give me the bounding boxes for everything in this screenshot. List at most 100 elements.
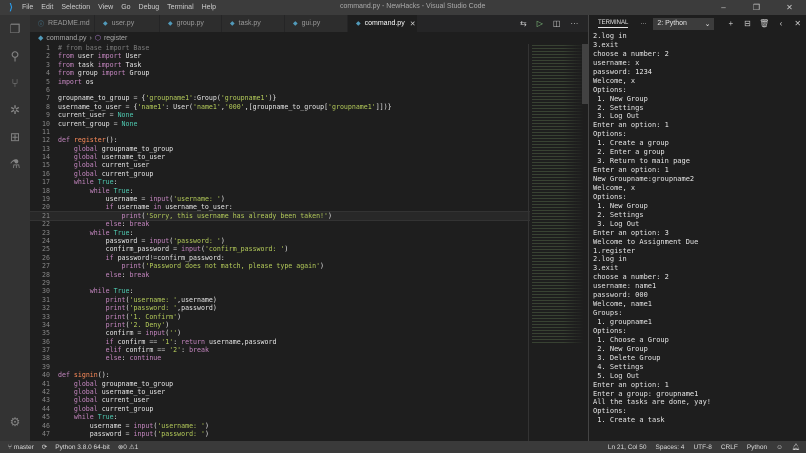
code-line[interactable]: 31 print('username: ',username) — [30, 296, 530, 304]
code-line[interactable]: 42 global username_to_user — [30, 388, 530, 396]
menu-edit[interactable]: Edit — [41, 4, 53, 11]
line-ending[interactable]: CRLF — [721, 444, 738, 451]
explorer-icon[interactable]: ❐ — [0, 15, 30, 42]
menu-file[interactable]: File — [22, 4, 33, 11]
menu-go[interactable]: Go — [121, 4, 130, 11]
code-line[interactable]: 46 username = input('username: ') — [30, 422, 530, 430]
run-icon[interactable]: ▷ — [537, 19, 543, 28]
split-terminal-icon[interactable]: ⊟ — [739, 19, 756, 28]
tab-terminal[interactable]: TERMINAL — [598, 20, 628, 28]
indentation[interactable]: Spaces: 4 — [656, 444, 685, 451]
git-branch[interactable]: master — [14, 444, 34, 451]
code-line[interactable]: 39 — [30, 363, 530, 371]
code-line[interactable]: 14 global username_to_user — [30, 153, 530, 161]
code-line[interactable]: 8username_to_user = {'name1': User('name… — [30, 103, 530, 111]
code-line[interactable]: 30 while True: — [30, 287, 530, 295]
split-editor-icon[interactable]: ◫ — [553, 19, 561, 28]
code-line[interactable]: 5import os — [30, 78, 530, 86]
code-line[interactable]: 16 global current_group — [30, 170, 530, 178]
chevron-left-icon[interactable]: ‹ — [773, 19, 790, 28]
trash-icon[interactable]: 🗑 — [756, 19, 773, 28]
tab-command-py[interactable]: ◆command.py✕ — [348, 15, 418, 32]
code-line[interactable]: 22 else: break — [30, 220, 530, 228]
search-icon[interactable]: ⚲ — [0, 42, 30, 69]
code-line[interactable]: 27 print('Password does not match, pleas… — [30, 262, 530, 270]
code-line[interactable]: 17 while True: — [30, 178, 530, 186]
code-line[interactable]: 20 if username in username_to_user: — [30, 203, 530, 211]
compare-icon[interactable]: ⇆ — [520, 19, 527, 28]
error-count[interactable]: 0 — [123, 444, 127, 451]
code-line[interactable]: 11 — [30, 128, 530, 136]
close-window-button[interactable]: ✕ — [773, 0, 806, 15]
code-line[interactable]: 29 — [30, 279, 530, 287]
code-line[interactable]: 43 global current_user — [30, 396, 530, 404]
code-line[interactable]: 41 global groupname_to_group — [30, 380, 530, 388]
code-line[interactable]: 6 — [30, 86, 530, 94]
code-line[interactable]: 4from group import Group — [30, 69, 530, 77]
minimap[interactable] — [532, 44, 584, 344]
extensions-icon[interactable]: ⊞ — [0, 123, 30, 150]
python-interpreter[interactable]: Python 3.8.0 64-bit — [55, 444, 110, 451]
menu-help[interactable]: Help — [202, 4, 216, 11]
code-line[interactable]: 38 else: continue — [30, 354, 530, 362]
code-line[interactable]: 40def signin(): — [30, 371, 530, 379]
warning-count[interactable]: 1 — [135, 444, 139, 451]
panel-more-icon[interactable]: ··· — [640, 21, 646, 27]
code-line[interactable]: 13 global groupname_to_group — [30, 145, 530, 153]
tab-gui-py[interactable]: ◆gui.py — [285, 15, 348, 32]
code-line[interactable]: 36 if confirm == '1': return username,pa… — [30, 338, 530, 346]
tab-readme[interactable]: ⓘREADME.md — [30, 15, 95, 32]
gear-icon[interactable]: ⚙ — [0, 408, 30, 435]
source-control-icon[interactable]: ⑂ — [0, 69, 30, 96]
code-line[interactable]: 21 print('Sorry, this username has alrea… — [30, 212, 530, 220]
close-panel-icon[interactable]: ✕ — [789, 19, 806, 28]
language-mode[interactable]: Python — [747, 444, 767, 451]
code-line[interactable]: 26 if password!=confirm_password: — [30, 254, 530, 262]
code-line[interactable]: 47 password = input('password: ') — [30, 430, 530, 438]
new-terminal-icon[interactable]: + — [722, 19, 739, 28]
code-editor[interactable]: 1# from base import Base2from user impor… — [30, 44, 530, 441]
menu-terminal[interactable]: Terminal — [167, 4, 193, 11]
feedback-icon[interactable]: ☺ — [776, 444, 783, 451]
code-line[interactable]: 37 elif confirm == '2': break — [30, 346, 530, 354]
maximize-button[interactable]: ❐ — [740, 0, 773, 15]
test-flask-icon[interactable]: ⚗ — [0, 150, 30, 177]
code-line[interactable]: 23 while True: — [30, 229, 530, 237]
breadcrumb-file[interactable]: command.py — [46, 35, 86, 42]
code-line[interactable]: 2from user import User — [30, 52, 530, 60]
debug-icon[interactable]: ✲ — [0, 96, 30, 123]
breadcrumb-symbol[interactable]: register — [104, 35, 127, 42]
sync-icon[interactable]: ⟳ — [42, 443, 47, 451]
tab-group-py[interactable]: ◆group.py — [160, 15, 222, 32]
more-actions-icon[interactable]: ··· — [570, 19, 578, 28]
code-line[interactable]: 24 password = input('password: ') — [30, 237, 530, 245]
encoding[interactable]: UTF-8 — [693, 444, 711, 451]
code-line[interactable]: 3from task import Task — [30, 61, 530, 69]
code-line[interactable]: 7groupname_to_group = {'groupname1':Grou… — [30, 94, 530, 102]
code-line[interactable]: 12def register(): — [30, 136, 530, 144]
code-line[interactable]: 32 print('password: ',password) — [30, 304, 530, 312]
close-tab-icon[interactable]: ✕ — [410, 20, 416, 28]
code-line[interactable]: 1# from base import Base — [30, 44, 530, 52]
code-line[interactable]: 9current_user = None — [30, 111, 530, 119]
code-line[interactable]: 25 confirm_password = input('confirm_pas… — [30, 245, 530, 253]
code-line[interactable]: 44 global current_group — [30, 405, 530, 413]
tab-task-py[interactable]: ◆task.py — [222, 15, 285, 32]
code-line[interactable]: 34 print('2. Deny') — [30, 321, 530, 329]
tab-user-py[interactable]: ◆user.py — [95, 15, 160, 32]
menu-selection[interactable]: Selection — [61, 4, 90, 11]
code-line[interactable]: 15 global current_user — [30, 161, 530, 169]
code-line[interactable]: 10current_group = None — [30, 120, 530, 128]
code-line[interactable]: 19 username = input('username: ') — [30, 195, 530, 203]
code-line[interactable]: 28 else: break — [30, 271, 530, 279]
terminal-select[interactable]: 2: Python⌄ — [653, 18, 714, 30]
minimize-button[interactable]: – — [707, 0, 740, 15]
bell-icon[interactable]: 🔔︎ — [792, 443, 800, 451]
menu-view[interactable]: View — [98, 4, 113, 11]
code-line[interactable]: 18 while True: — [30, 187, 530, 195]
terminal-output[interactable]: 2.log in3.exitchoose a number: 2username… — [589, 32, 806, 425]
code-line[interactable]: 33 print('1. Confirm') — [30, 313, 530, 321]
menu-debug[interactable]: Debug — [139, 4, 160, 11]
cursor-position[interactable]: Ln 21, Col 50 — [608, 444, 647, 451]
code-line[interactable]: 35 confirm = input('') — [30, 329, 530, 337]
